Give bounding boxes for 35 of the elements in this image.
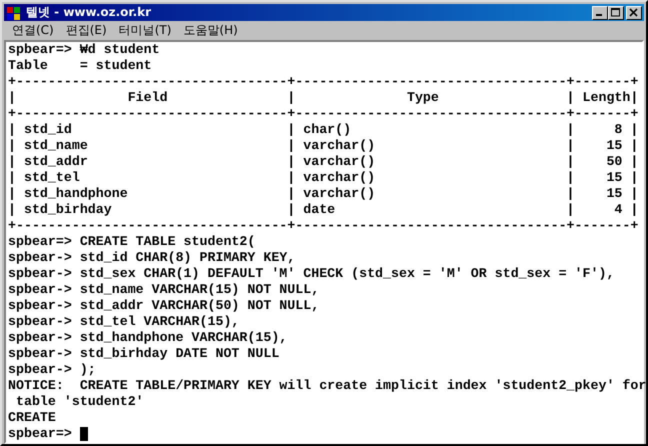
terminal-line: spbear-> std_sex CHAR(1) DEFAULT 'M' CHECK (std_sex = 'M' OR std_sex = 'F'), [8, 266, 616, 282]
terminal-line: | Field | Type | Length| [8, 90, 640, 106]
app-icon [6, 4, 22, 20]
terminal-line: spbear-> std_id CHAR(8) PRIMARY KEY, [8, 250, 296, 266]
minimize-button[interactable] [592, 6, 608, 20]
terminal-line: | std_tel | varchar() | 15 | [8, 170, 640, 186]
terminal-line: spbear-> ); [8, 362, 97, 378]
terminal-line: | std_birhday | date | 4 | [8, 202, 640, 218]
close-button[interactable] [626, 6, 642, 20]
terminal-line: table 'student2' [14, 394, 145, 410]
menu-item[interactable]: 연결(C) [6, 21, 60, 40]
terminal-line: spbear=> ₩d student [8, 42, 161, 58]
terminal-line: spbear-> std_name VARCHAR(15) NOT NULL, [8, 282, 320, 298]
terminal-line: Table = student [8, 58, 153, 74]
terminal-line: spbear-> std_tel VARCHAR(15), [8, 314, 240, 330]
terminal-line: | std_name | varchar() | 15 | [8, 138, 640, 154]
terminal-line: spbear-> std_birhday DATE NOT NULL [8, 346, 280, 362]
terminal-line: | std_handphone | varchar() | 15 | [8, 186, 640, 202]
terminal-line: spbear-> std_addr VARCHAR(50) NOT NULL, [8, 298, 320, 314]
terminal-line: | std_id | char() | 8 | [8, 122, 640, 138]
terminal-line: +----------------------------------+----------------------------------+-------+ [8, 106, 640, 122]
maximize-icon [611, 8, 621, 17]
terminal-line: | std_addr | varchar() | 50 | [8, 154, 640, 170]
menu-item[interactable]: 편집(E) [60, 21, 113, 40]
terminal-prompt: spbear=> [8, 426, 73, 442]
maximize-button[interactable] [608, 6, 624, 20]
terminal-line: spbear=> CREATE TABLE student2( [8, 234, 256, 250]
window-title: 텔넷 - www.oz.or.kr [26, 4, 152, 21]
terminal-line: CREATE [8, 410, 57, 426]
terminal-line: spbear-> std_handphone VARCHAR(15), [8, 330, 288, 346]
close-icon [629, 8, 639, 17]
terminal-line: +----------------------------------+----------------------------------+-------+ [8, 74, 640, 90]
terminal-line: +----------------------------------+----------------------------------+-------+ [8, 218, 640, 234]
menu-item[interactable]: 도움말(H) [177, 21, 244, 40]
menu-item[interactable]: 터미널(T) [112, 21, 178, 40]
